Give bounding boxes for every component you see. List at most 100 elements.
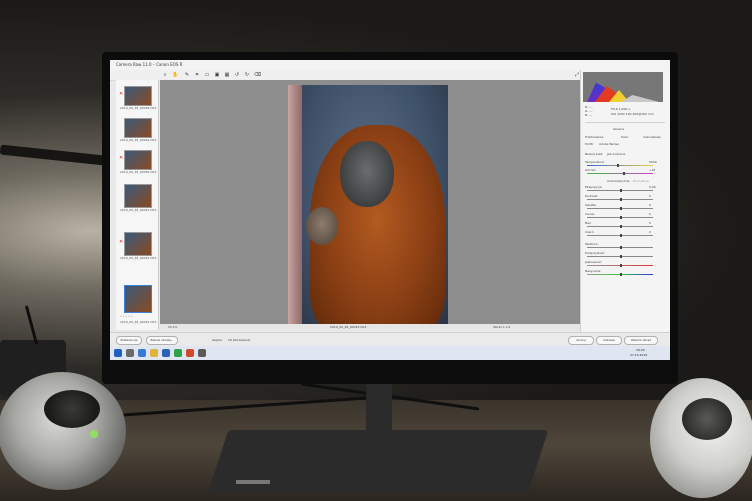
contrast-label: Kontrast [585, 194, 598, 198]
thumbnail[interactable] [124, 232, 152, 256]
texture-label: Tekstura [585, 242, 598, 246]
cancel-button[interactable]: Anuluj [568, 336, 594, 345]
saturation-slider[interactable] [587, 273, 653, 276]
trash-icon[interactable]: ⌫ [254, 72, 261, 78]
default-button[interactable]: Domyślnie [633, 179, 649, 183]
thumbnail-label: 2019_09_28_00033.CR3 [120, 320, 157, 324]
exposure-slider[interactable] [587, 189, 653, 192]
rotate-left-icon[interactable]: ↺ [234, 72, 240, 78]
start-icon[interactable] [114, 349, 122, 357]
highlights-slider[interactable] [587, 207, 653, 210]
treatment-label: Traktowanie: [585, 135, 605, 139]
preferences-button[interactable]: Preferencje [116, 336, 142, 345]
depth-label: Głębia: [212, 338, 223, 342]
search-icon[interactable] [126, 349, 134, 357]
crop-tool-icon[interactable]: ⌗ [194, 72, 200, 78]
status-strip: 25.1% 2019_09_28_00033.CR3 Obraz 1 z 6 [160, 324, 580, 330]
clarity-label: Przejrzystość [585, 251, 605, 255]
rotate-right-icon[interactable]: ↻ [244, 72, 250, 78]
monitor-base [207, 430, 549, 494]
tree-trunk [288, 85, 302, 325]
zoom-level[interactable]: 25.1% [168, 325, 178, 329]
wb-label: Balans bieli: [585, 152, 604, 156]
highlights-value[interactable]: 0 [649, 203, 651, 207]
clarity-slider[interactable] [587, 255, 653, 258]
monitor-screen: Camera Raw 11.0 – Canon EOS R ⌕ ✋ ✎ ⌗ ▭ … [110, 60, 670, 360]
chrome-icon[interactable] [174, 349, 182, 357]
hand-tool-icon[interactable]: ✋ [172, 72, 178, 78]
clock-time[interactable]: 16:20 [636, 348, 645, 352]
reject-icon[interactable]: ✕ [119, 156, 123, 161]
thumbnail-label: 2019_09_28_00031.CR3 [120, 208, 157, 212]
baby-orangutan-face [306, 207, 338, 245]
bottom-bar: Preferencje Zapisz obrazy... Głębia: 16 … [110, 332, 670, 347]
vibrance-slider[interactable] [587, 264, 653, 267]
done-button[interactable]: Gotowe [596, 336, 622, 345]
readout-b: B: --- [585, 113, 593, 117]
thumbnail[interactable] [124, 184, 152, 208]
thumbnail[interactable] [124, 118, 152, 138]
blacks-slider[interactable] [587, 234, 653, 237]
saturation-label: Nasycenie [585, 269, 601, 273]
shadows-label: Cienie [585, 212, 595, 216]
thumbnail-selected[interactable] [124, 285, 152, 313]
treatment-color-radio[interactable]: Kolor [621, 135, 629, 139]
temperature-label: Temperatura [585, 160, 605, 164]
contrast-value[interactable]: 0 [649, 194, 651, 198]
app-icon[interactable] [186, 349, 194, 357]
exposure-value[interactable]: 0,00 [649, 185, 656, 189]
adult-orangutan-face [340, 141, 394, 207]
auto-button[interactable]: Automatycznie [607, 179, 629, 183]
eyedropper-icon[interactable]: ✎ [184, 72, 190, 78]
whites-value[interactable]: 0 [649, 221, 651, 225]
photoshop-icon[interactable] [162, 349, 170, 357]
shadows-slider[interactable] [587, 216, 653, 219]
open-image-button[interactable]: Otwórz obraz [624, 336, 658, 345]
texture-slider[interactable] [587, 246, 653, 249]
reject-icon[interactable]: ✕ [119, 240, 123, 245]
windows-taskbar: 16:20 27.10.2019 [110, 346, 670, 360]
left-speaker-cone [44, 390, 100, 428]
clock-date[interactable]: 27.10.2019 [630, 353, 647, 357]
highlights-label: Światła [585, 203, 596, 207]
thumbnail-label: 2019_09_28_00032.CR3 [120, 256, 157, 260]
orangutan-photo [288, 85, 448, 325]
tint-slider[interactable] [587, 172, 653, 175]
brush-icon[interactable]: ▣ [214, 72, 220, 78]
rating-stars[interactable]: • • • • • [120, 314, 133, 318]
gradient-icon[interactable]: ▦ [224, 72, 230, 78]
iso-info: ISO 3200 100-300@300 mm [611, 112, 654, 116]
wb-select[interactable]: Jak zrobione [607, 152, 625, 156]
speaker-led [90, 430, 98, 438]
vibrance-label: Jaskrawość [585, 260, 602, 264]
reject-icon[interactable]: ✕ [119, 92, 123, 97]
edge-browser-icon[interactable] [138, 349, 146, 357]
save-images-button[interactable]: Zapisz obrazy... [146, 336, 178, 345]
profile-select[interactable]: Adobe Barwa [599, 142, 619, 146]
shadows-value[interactable]: 0 [649, 212, 651, 216]
thumbnail[interactable] [124, 150, 152, 170]
window-title: Camera Raw 11.0 – Canon EOS R [116, 62, 183, 67]
treatment-bw-radio[interactable]: Czarnobiałe [643, 135, 661, 139]
temperature-slider[interactable] [587, 164, 653, 167]
blacks-value[interactable]: 0 [649, 230, 651, 234]
straighten-icon[interactable]: ▭ [204, 72, 210, 78]
base-logo [236, 480, 270, 484]
whites-slider[interactable] [587, 225, 653, 228]
preview-canvas[interactable] [160, 80, 580, 330]
tint-label: Odcień [585, 168, 596, 172]
thumbnail-label: 2019_09_28_00028.CR3 [120, 106, 157, 110]
thumbnail-label: 2019_09_28_00029.CR3 [120, 138, 157, 142]
profile-label: Profil: [585, 142, 594, 146]
temperature-value[interactable]: 5050 [649, 160, 657, 164]
exposure-label: Ekspozycja [585, 185, 602, 189]
contrast-slider[interactable] [587, 198, 653, 201]
app-icon[interactable] [198, 349, 206, 357]
depth-select[interactable]: 16 bitów/kanał [228, 338, 250, 342]
section-basic: Główne [613, 127, 625, 131]
zoom-tool-icon[interactable]: ⌕ [162, 72, 168, 78]
folder-icon[interactable] [150, 349, 158, 357]
thumbnail[interactable] [124, 86, 152, 106]
tint-value[interactable]: +18 [649, 168, 655, 172]
image-counter: Obraz 1 z 6 [493, 325, 511, 329]
